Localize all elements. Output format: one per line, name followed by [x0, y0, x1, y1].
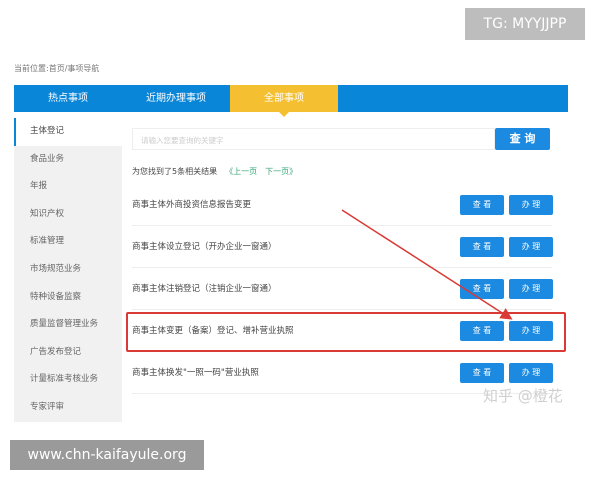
watermark-tg: TG: MYYJJPP	[465, 8, 585, 40]
watermark-zhihu: 知乎 @橙花	[483, 387, 563, 405]
watermark-site: www.chn-kaifayule.org	[10, 440, 204, 470]
annotation-arrow	[341, 209, 513, 320]
